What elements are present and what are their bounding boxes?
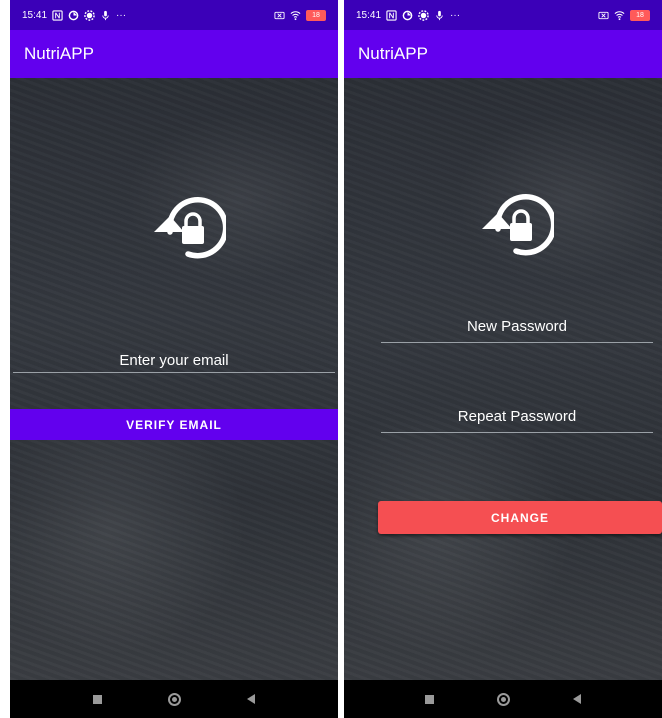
app-title: NutriAPP bbox=[358, 44, 428, 63]
repeat-password-field[interactable]: Repeat Password bbox=[381, 408, 653, 433]
wifi-icon bbox=[614, 10, 625, 20]
more-notifications: ··· bbox=[116, 9, 127, 21]
status-time: 15:41 bbox=[356, 9, 382, 21]
sync-icon bbox=[402, 10, 413, 20]
verify-email-screen: 15:41 ··· 18 NutriAPP Enter your email V… bbox=[10, 0, 338, 718]
settings-icon bbox=[418, 9, 429, 21]
sim-off-icon bbox=[274, 11, 285, 19]
lock-reset-icon bbox=[154, 196, 226, 259]
status-bar: 15:41 ··· 18 bbox=[10, 0, 338, 30]
battery-icon: 18 bbox=[306, 9, 326, 21]
change-password-screen: 15:41 ··· 18 NutriAPP New Password Repea… bbox=[344, 0, 662, 718]
wifi-icon bbox=[290, 10, 301, 20]
background-content bbox=[10, 78, 338, 680]
lock-reset-icon bbox=[482, 193, 554, 256]
settings-icon bbox=[84, 9, 95, 21]
app-bar: NutriAPP bbox=[344, 30, 662, 78]
mic-icon bbox=[102, 10, 109, 20]
status-time: 15:41 bbox=[22, 9, 48, 21]
status-bar: 15:41 ··· 18 bbox=[344, 0, 662, 30]
square-nav-icon[interactable] bbox=[93, 694, 102, 704]
square-nav-icon[interactable] bbox=[425, 694, 435, 704]
nfc-icon bbox=[386, 9, 397, 21]
sync-icon bbox=[68, 10, 79, 20]
new-password-field[interactable]: New Password bbox=[381, 318, 653, 343]
change-button[interactable]: CHANGE bbox=[378, 501, 662, 534]
battery-icon: 18 bbox=[630, 9, 650, 21]
navigation-bar bbox=[344, 680, 662, 718]
back-nav-icon[interactable] bbox=[247, 694, 255, 704]
navigation-bar bbox=[10, 680, 338, 718]
email-field[interactable]: Enter your email bbox=[13, 352, 335, 373]
mic-icon bbox=[436, 10, 443, 20]
home-nav-icon[interactable] bbox=[496, 692, 510, 706]
nfc-icon bbox=[52, 9, 63, 21]
repeat-password-placeholder: Repeat Password bbox=[457, 408, 577, 425]
verify-email-button[interactable]: VERIFY EMAIL bbox=[10, 409, 338, 440]
email-placeholder: Enter your email bbox=[119, 352, 229, 369]
app-bar: NutriAPP bbox=[10, 30, 338, 78]
home-nav-icon[interactable] bbox=[168, 692, 181, 706]
verify-email-label: VERIFY EMAIL bbox=[126, 417, 222, 432]
sim-off-icon bbox=[598, 11, 609, 19]
more-notifications: ··· bbox=[450, 9, 461, 21]
new-password-placeholder: New Password bbox=[466, 318, 568, 335]
app-title: NutriAPP bbox=[24, 44, 94, 63]
back-nav-icon[interactable] bbox=[572, 694, 581, 704]
background-content bbox=[344, 78, 662, 680]
change-label: CHANGE bbox=[490, 510, 549, 525]
